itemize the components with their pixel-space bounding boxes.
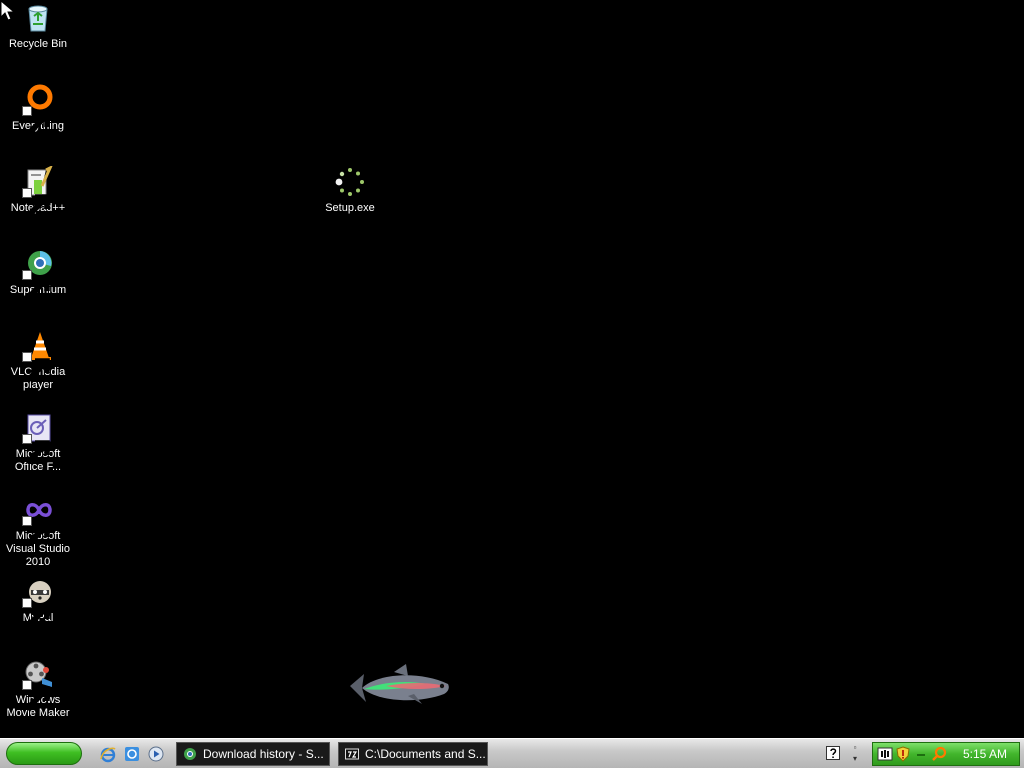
shortcut-arrow-icon xyxy=(22,680,50,711)
recycle-bin-icon xyxy=(22,2,54,34)
vlc-cone-icon xyxy=(22,330,54,383)
taskbar-button-download-history[interactable]: Download history - S... xyxy=(176,742,330,766)
tray-dash-icon[interactable] xyxy=(913,746,929,762)
fish-icon xyxy=(350,664,449,704)
office-document-icon xyxy=(22,412,54,465)
network-connection-icon[interactable] xyxy=(877,746,893,762)
shortcut-arrow-icon xyxy=(22,106,50,137)
start-button[interactable] xyxy=(6,742,82,765)
setup-loading-dots-icon xyxy=(334,166,366,198)
supermium-icon xyxy=(184,748,196,760)
everything-icon xyxy=(22,84,54,137)
desktop-icon-office[interactable]: Microsoft Office F... xyxy=(0,412,76,474)
taskbar: Download history - S... C:\Documents and… xyxy=(0,738,1024,768)
system-tray: 5:15 AM xyxy=(872,742,1020,766)
media-player-icon[interactable] xyxy=(146,744,166,764)
quick-launch-bar xyxy=(98,744,166,764)
search-magnifier-icon[interactable] xyxy=(931,746,947,762)
help-question-icon[interactable] xyxy=(826,746,840,760)
security-shield-icon[interactable] xyxy=(895,746,911,762)
desktop-icon-setup-exe[interactable]: Setup.exe xyxy=(312,166,388,215)
desktop-icon-visual-studio[interactable]: Microsoft Visual Studio 2010 xyxy=(0,494,76,569)
ie-document-icon[interactable] xyxy=(122,744,142,764)
visual-studio-infinity-icon xyxy=(22,494,54,547)
desktop-icon-supermium[interactable]: Supermium xyxy=(0,248,76,301)
shortcut-arrow-icon xyxy=(22,188,50,219)
notepadpp-icon xyxy=(22,166,54,219)
shortcut-arrow-icon xyxy=(22,270,50,301)
desktop-icon-label: Recycle Bin xyxy=(8,38,68,50)
desktop-icon-everything[interactable]: Everything xyxy=(0,84,76,137)
shortcut-arrow-icon xyxy=(22,598,50,629)
clock[interactable]: 5:15 AM xyxy=(963,747,1015,761)
movie-maker-film-reel-icon xyxy=(22,658,54,711)
shortcut-arrow-icon xyxy=(22,352,50,383)
desktop-icon-vlc[interactable]: VLC media player xyxy=(0,330,76,392)
desktop: Recycle Bin Everything Notepad++ Supermi… xyxy=(0,0,1024,738)
shortcut-arrow-icon xyxy=(22,434,50,465)
supermium-icon xyxy=(22,248,54,301)
internet-explorer-icon[interactable] xyxy=(98,744,118,764)
taskbar-button-label: C:\Documents and S... xyxy=(365,747,486,761)
shortcut-arrow-icon xyxy=(22,516,50,547)
mouse-cursor-icon xyxy=(0,0,16,21)
tray-expand-icon[interactable]: ▫ ▾ xyxy=(849,742,861,764)
desktop-icon-movie-maker[interactable]: Windows Movie Maker xyxy=(0,658,76,720)
taskbar-button-7zip[interactable]: C:\Documents and S... xyxy=(338,742,488,766)
mypal-raccoon-icon xyxy=(22,576,54,629)
desktop-icon-label: Setup.exe xyxy=(325,202,375,214)
desktop-icon-notepadpp[interactable]: Notepad++ xyxy=(0,166,76,219)
taskbar-button-label: Download history - S... xyxy=(203,747,324,761)
desktop-icon-mypal[interactable]: MyPal xyxy=(0,576,76,629)
7zip-icon xyxy=(345,748,359,760)
